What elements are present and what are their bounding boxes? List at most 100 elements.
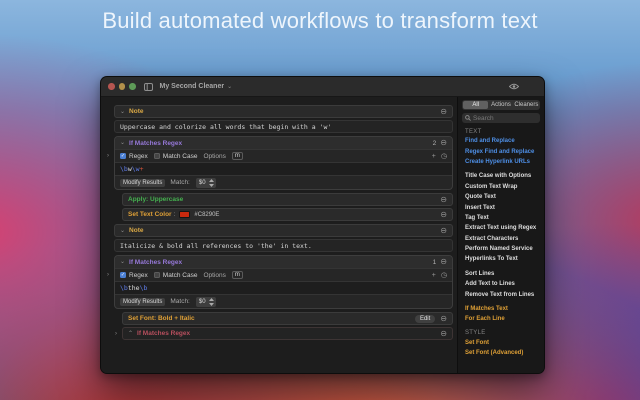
remove-icon[interactable]: ⊖ xyxy=(440,315,447,323)
history-clock-icon[interactable]: ◷ xyxy=(441,272,447,279)
match-case-checkbox[interactable] xyxy=(154,272,160,278)
workflow-canvas: ⌄ Note ⊖ Uppercase and colorize all word… xyxy=(101,97,457,374)
modify-results-row: Modify Results Match: $0 xyxy=(115,176,452,189)
match-case-label: Match Case xyxy=(163,272,198,279)
chevron-up-icon[interactable]: ⌃ xyxy=(128,331,133,337)
regex-pattern-input[interactable]: \bthe\b xyxy=(115,282,452,295)
drag-handle-icon[interactable]: › xyxy=(107,272,109,278)
sidebar-item-if-matches-text[interactable]: If Matches Text xyxy=(458,304,544,314)
match-stepper[interactable]: $0 xyxy=(196,297,216,307)
sidebar-item-perform-named-service[interactable]: Perform Named Service xyxy=(458,244,544,254)
tab-all[interactable]: All xyxy=(463,101,488,109)
chevron-down-icon[interactable]: ⌄ xyxy=(120,109,125,115)
drag-handle-icon[interactable]: › xyxy=(107,153,109,159)
note-label: Note xyxy=(129,227,143,234)
set-text-color-row[interactable]: Set Text Color : #C8290E ⊖ xyxy=(122,208,453,221)
remove-icon[interactable]: ⊖ xyxy=(440,227,447,235)
search-input[interactable] xyxy=(473,115,537,122)
collapsed-if-matches-regex-row[interactable]: › ⌃ If Matches Regex ⊖ xyxy=(122,327,453,340)
preview-eye-icon[interactable] xyxy=(509,83,519,90)
regex-token: \b xyxy=(120,284,128,292)
sidebar-item-find-and-replace[interactable]: Find and Replace xyxy=(458,136,544,146)
sidebar-item-set-font-advanced[interactable]: Set Font (Advanced) xyxy=(458,348,544,358)
chevron-down-icon[interactable]: ⌄ xyxy=(120,259,125,265)
close-window-button[interactable] xyxy=(108,83,115,90)
sidebar-toggle-icon[interactable] xyxy=(144,83,153,91)
color-swatch[interactable] xyxy=(179,211,190,218)
sidebar-item-regex-find-and-replace[interactable]: Regex Find and Replace xyxy=(458,146,544,156)
sidebar-item-extract-characters[interactable]: Extract Characters xyxy=(458,234,544,244)
remove-icon[interactable]: ⊖ xyxy=(440,211,447,219)
sidebar-filter-tabs: All Actions Cleaners xyxy=(462,100,540,110)
app-window: My Second Cleaner ⌄ ⌄ Note ⊖ Uppercase a… xyxy=(100,76,545,374)
tab-cleaners[interactable]: Cleaners xyxy=(514,101,539,109)
sidebar-item-tag-text[interactable]: Tag Text xyxy=(458,213,544,223)
group-header[interactable]: ⌄ If Matches Regex 1 ⊖ xyxy=(115,256,452,269)
drag-handle-icon[interactable]: › xyxy=(115,331,117,337)
note-row-2[interactable]: ⌄ Note ⊖ xyxy=(114,224,453,237)
sidebar-search[interactable] xyxy=(462,113,540,123)
match-case-label: Match Case xyxy=(163,153,198,160)
set-font-row[interactable]: Set Font: Bold + Italic Edit ⊖ xyxy=(122,312,453,325)
minimize-window-button[interactable] xyxy=(119,83,126,90)
zoom-window-button[interactable] xyxy=(129,83,136,90)
action-label: Set Font: Bold + Italic xyxy=(128,315,195,322)
regex-checkbox[interactable]: ✓ xyxy=(120,272,126,278)
sidebar-item-for-each-line[interactable]: For Each Line xyxy=(458,314,544,324)
remove-icon[interactable]: ⊖ xyxy=(440,258,447,266)
remove-icon[interactable]: ⊖ xyxy=(440,196,447,204)
regex-token: \b xyxy=(140,284,148,292)
sidebar-item-set-font[interactable]: Set Font xyxy=(458,338,544,348)
sidebar-item-extract-text-using-regex[interactable]: Extract Text using Regex xyxy=(458,223,544,233)
apply-uppercase-row[interactable]: Apply: Uppercase ⊖ xyxy=(122,193,453,206)
chevron-down-icon[interactable]: ⌄ xyxy=(120,228,125,234)
edit-button[interactable]: Edit xyxy=(415,315,435,323)
regex-flag-chip[interactable]: m xyxy=(232,271,243,279)
window-title[interactable]: My Second Cleaner xyxy=(160,83,225,90)
sidebar-item-title-case-with-options[interactable]: Title Case with Options xyxy=(458,171,544,181)
regex-pattern-input[interactable]: \bw\w+ xyxy=(115,163,452,176)
actions-sidebar: All Actions Cleaners TEXT Find and Repla… xyxy=(457,97,544,374)
modify-results-row: Modify Results Match: $0 xyxy=(115,295,452,308)
check-icon: ✓ xyxy=(121,154,125,159)
match-label: Match: xyxy=(170,179,190,186)
group-header[interactable]: ⌄ If Matches Regex 2 ⊖ xyxy=(115,137,452,150)
modify-results-button[interactable]: Modify Results xyxy=(120,298,165,306)
sidebar-item-create-hyperlink-urls[interactable]: Create Hyperlink URLs xyxy=(458,157,544,167)
titlebar: My Second Cleaner ⌄ xyxy=(101,77,544,97)
add-icon[interactable]: + xyxy=(432,153,436,160)
regex-checkbox[interactable]: ✓ xyxy=(120,153,126,159)
remove-icon[interactable]: ⊖ xyxy=(440,330,447,338)
group-title: If Matches Regex xyxy=(129,259,182,266)
child-count: 2 xyxy=(433,140,437,147)
sidebar-item-insert-text[interactable]: Insert Text xyxy=(458,202,544,212)
stepper-arrows-icon[interactable] xyxy=(209,298,214,306)
match-case-checkbox[interactable] xyxy=(154,153,160,159)
match-stepper[interactable]: $0 xyxy=(196,178,216,188)
sidebar-item-custom-text-wrap[interactable]: Custom Text Wrap xyxy=(458,182,544,192)
title-chevron-icon[interactable]: ⌄ xyxy=(227,83,232,90)
note-row-1[interactable]: ⌄ Note ⊖ xyxy=(114,105,453,118)
regex-flag-chip[interactable]: m xyxy=(232,152,243,160)
regex-token: + xyxy=(140,165,144,173)
note-text-2[interactable]: Italicize & bold all references to 'the'… xyxy=(114,239,453,252)
sidebar-item-add-text-to-lines[interactable]: Add Text to Lines xyxy=(458,279,544,289)
sidebar-item-hyperlinks-to-text[interactable]: Hyperlinks To Text xyxy=(458,254,544,264)
action-label: Apply: Uppercase xyxy=(128,196,183,203)
sidebar-section-text: TEXT xyxy=(458,127,544,136)
stepper-arrows-icon[interactable] xyxy=(209,179,214,187)
regex-checkbox-label: Regex xyxy=(129,272,148,279)
history-clock-icon[interactable]: ◷ xyxy=(441,153,447,160)
sidebar-section-style: STYLE xyxy=(458,329,544,338)
sidebar-item-sort-lines[interactable]: Sort Lines xyxy=(458,269,544,279)
if-matches-regex-group-2: › ⌄ If Matches Regex 1 ⊖ ✓ Regex Match C… xyxy=(114,255,453,309)
tab-actions[interactable]: Actions xyxy=(488,101,513,109)
chevron-down-icon[interactable]: ⌄ xyxy=(120,140,125,146)
sidebar-item-remove-text-from-lines[interactable]: Remove Text from Lines xyxy=(458,289,544,299)
sidebar-item-quote-text[interactable]: Quote Text xyxy=(458,192,544,202)
add-icon[interactable]: + xyxy=(432,272,436,279)
modify-results-button[interactable]: Modify Results xyxy=(120,179,165,187)
note-text-1[interactable]: Uppercase and colorize all words that be… xyxy=(114,120,453,133)
remove-icon[interactable]: ⊖ xyxy=(440,139,447,147)
remove-icon[interactable]: ⊖ xyxy=(440,108,447,116)
